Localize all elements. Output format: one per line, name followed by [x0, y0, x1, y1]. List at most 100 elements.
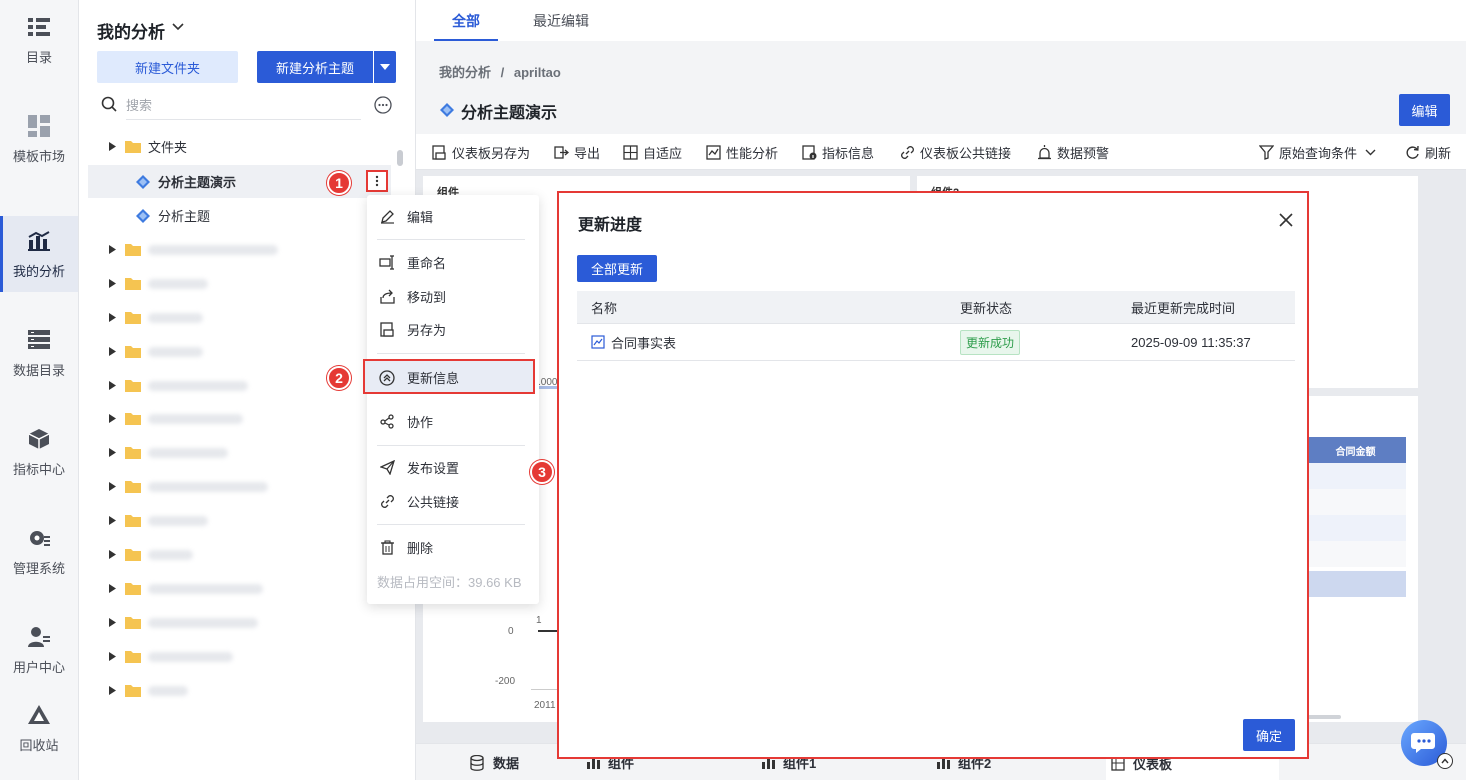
tree-search-input[interactable]: [126, 92, 361, 120]
chevron-down-icon[interactable]: [171, 20, 185, 34]
blurred-label: [148, 583, 263, 594]
blurred-label: [148, 244, 278, 255]
link-icon: [379, 493, 395, 509]
export-button[interactable]: 导出: [553, 134, 600, 170]
nav-item-catalog[interactable]: 目录: [0, 2, 78, 78]
tree-folder-row[interactable]: [88, 538, 391, 571]
caret-right-icon[interactable]: [109, 652, 119, 662]
trash-icon: [379, 539, 395, 555]
analysis-topic-icon: [136, 208, 150, 223]
breadcrumb-user: apriltao: [513, 65, 561, 80]
tree-title[interactable]: 我的分析: [97, 18, 165, 43]
tab-all[interactable]: 全部: [434, 0, 498, 41]
tree-folder-row[interactable]: [88, 640, 391, 673]
caret-right-icon[interactable]: [109, 516, 119, 526]
tree-scrollbar[interactable]: [397, 150, 403, 166]
folder-icon: [125, 481, 141, 493]
caret-right-icon[interactable]: [109, 686, 119, 696]
menu-item-rename[interactable]: 重命名: [367, 246, 539, 278]
caret-right-icon[interactable]: [109, 313, 119, 323]
caret-right-icon[interactable]: [109, 245, 119, 255]
menu-item-edit[interactable]: 编辑: [367, 200, 539, 232]
storage-usage-text: 数据占用空间：39.66 KB: [377, 575, 522, 590]
metric-info-icon: [801, 144, 817, 160]
tree-folder-row[interactable]: [88, 233, 391, 266]
refresh-button[interactable]: 刷新: [1404, 134, 1451, 170]
caret-right-icon[interactable]: [109, 618, 119, 628]
table-name-cell[interactable]: 合同事实表: [591, 324, 676, 360]
update-all-button[interactable]: 全部更新: [577, 255, 657, 282]
blurred-label: [148, 651, 233, 662]
menu-item-collaborate[interactable]: 协作: [367, 405, 539, 437]
caret-right-icon[interactable]: [109, 584, 119, 594]
table-header: 名称 更新状态 最近更新完成时间: [577, 291, 1295, 324]
folder-icon: [125, 617, 141, 629]
axis-tick-label: 1: [536, 615, 542, 626]
new-topic-dropdown-button[interactable]: [374, 51, 396, 83]
new-folder-button[interactable]: 新建文件夹: [97, 51, 238, 83]
bottom-tab-data[interactable]: 数据: [469, 744, 519, 780]
confirm-button[interactable]: 确定: [1243, 719, 1295, 751]
tree-folder-row[interactable]: [88, 470, 391, 503]
close-icon[interactable]: [1278, 212, 1294, 228]
collapse-bottom-bar-button[interactable]: [1437, 753, 1453, 769]
data-alert-button[interactable]: 数据预警: [1036, 134, 1109, 170]
tab-recent[interactable]: 最近编辑: [533, 0, 589, 41]
nav-item-admin-system[interactable]: 管理系统: [0, 513, 78, 589]
menu-item-public-link[interactable]: 公共链接: [367, 485, 539, 517]
tool-label: 指标信息: [822, 145, 875, 161]
menu-item-save-as[interactable]: 另存为: [367, 313, 539, 345]
tree-folder-row[interactable]: 文件夹: [88, 130, 391, 163]
nav-item-data-catalog[interactable]: 数据目录: [0, 315, 78, 391]
nav-item-template-market[interactable]: 模板市场: [0, 101, 78, 177]
menu-item-delete[interactable]: 删除: [367, 531, 539, 563]
tree-folder-row[interactable]: [88, 267, 391, 300]
column-header-name: 名称: [591, 300, 618, 316]
tree-folder-row[interactable]: [88, 606, 391, 639]
folder-icon: [125, 278, 141, 290]
more-options-icon[interactable]: [374, 96, 392, 114]
save-as-dashboard-button[interactable]: 仪表板另存为: [431, 134, 530, 170]
tree-folder-row[interactable]: [88, 572, 391, 605]
new-analysis-topic-button[interactable]: 新建分析主题: [257, 51, 373, 83]
tree-folder-row[interactable]: [88, 504, 391, 537]
adaptive-button[interactable]: 自适应: [622, 134, 682, 170]
data-table-icon: [591, 335, 605, 349]
query-condition-dropdown[interactable]: 原始查询条件: [1258, 134, 1376, 170]
menu-item-move[interactable]: 移动到: [367, 280, 539, 312]
menu-item-update-info[interactable]: 更新信息: [363, 359, 535, 394]
tree-folder-row[interactable]: [88, 674, 391, 707]
caret-right-icon[interactable]: [109, 142, 119, 152]
send-icon: [379, 459, 395, 475]
menu-label: 公共链接: [407, 494, 460, 510]
caret-right-icon[interactable]: [109, 414, 119, 424]
menu-item-publish-settings[interactable]: 发布设置: [367, 451, 539, 483]
tree-item-analysis-topic[interactable]: 分析主题: [88, 199, 391, 232]
caret-right-icon[interactable]: [109, 381, 119, 391]
menu-label: 发布设置: [407, 460, 460, 476]
nav-item-recycle-bin[interactable]: 回收站: [0, 690, 78, 766]
edit-button[interactable]: 编辑: [1399, 94, 1450, 126]
update-progress-dialog: 更新进度 全部更新 名称 更新状态 最近更新完成时间 合同事实表 更新成功 20…: [557, 191, 1309, 759]
menu-divider: [377, 524, 525, 525]
tree-folder-row[interactable]: [88, 301, 391, 334]
breadcrumb-root[interactable]: 我的分析: [439, 65, 491, 80]
update-icon: [379, 369, 395, 386]
tree-folder-row[interactable]: [88, 335, 391, 368]
tree-folder-row[interactable]: [88, 402, 391, 435]
nav-item-metric-center[interactable]: 指标中心: [0, 414, 78, 490]
item-more-button[interactable]: [366, 170, 388, 192]
metric-info-button[interactable]: 指标信息: [801, 134, 874, 170]
caret-right-icon[interactable]: [109, 347, 119, 357]
caret-right-icon[interactable]: [109, 279, 119, 289]
caret-right-icon[interactable]: [109, 448, 119, 458]
nav-label: 回收站: [19, 737, 59, 753]
caret-right-icon[interactable]: [109, 482, 119, 492]
performance-analysis-button[interactable]: 性能分析: [705, 134, 778, 170]
tree-folder-row[interactable]: [88, 436, 391, 469]
rename-icon: [379, 254, 395, 270]
nav-item-my-analysis[interactable]: 我的分析: [0, 216, 78, 292]
dashboard-public-link-button[interactable]: 仪表板公共链接: [899, 134, 1011, 170]
nav-item-user-center[interactable]: 用户中心: [0, 612, 78, 688]
caret-right-icon[interactable]: [109, 550, 119, 560]
